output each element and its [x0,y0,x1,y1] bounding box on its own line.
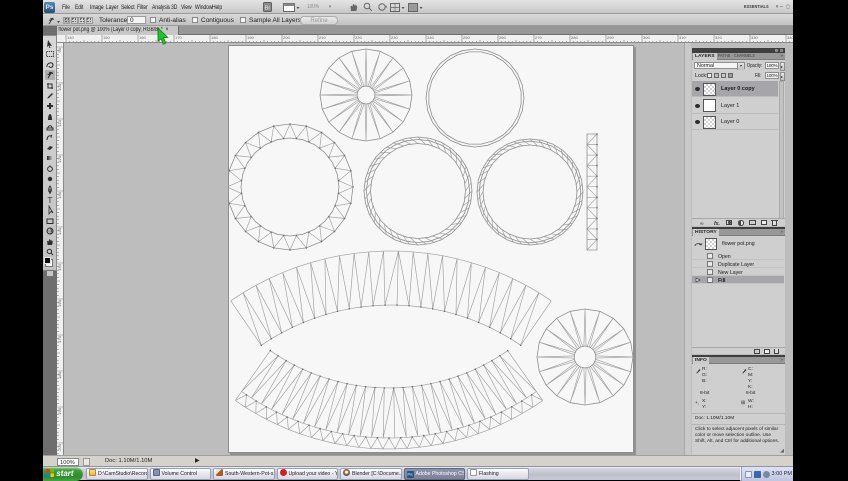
svg-text:T: T [48,196,53,205]
svg-text:Br: Br [265,6,271,12]
